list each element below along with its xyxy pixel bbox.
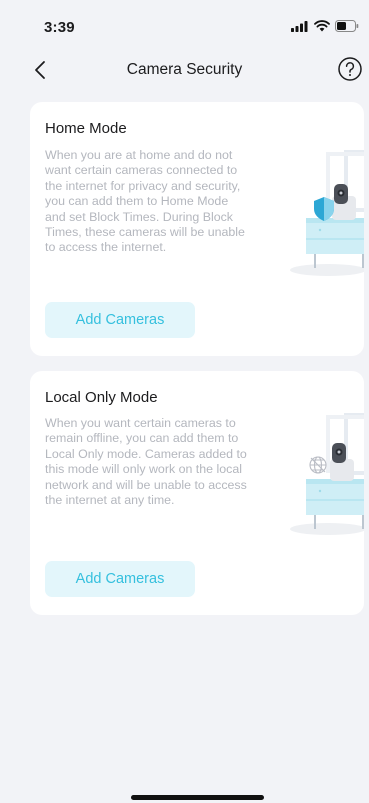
nav-bar: Camera Security [0, 50, 369, 90]
home-indicator [131, 795, 264, 800]
add-cameras-button[interactable]: Add Cameras [45, 561, 195, 597]
wifi-icon [314, 20, 330, 32]
help-button[interactable] [337, 56, 363, 82]
card-description: When you are at home and do not want cer… [45, 148, 245, 255]
status-icons [291, 20, 359, 32]
local-only-mode-illustration [290, 413, 364, 535]
card-description: When you want certain cameras to remain … [45, 416, 247, 508]
status-time: 3:39 [44, 19, 75, 36]
card-title: Home Mode [45, 120, 127, 137]
page-title: Camera Security [126, 61, 243, 78]
battery-icon [335, 20, 359, 32]
card-title: Local Only Mode [45, 389, 158, 406]
home-mode-illustration [290, 150, 364, 276]
local-only-mode-card: Local Only Mode When you want certain ca… [30, 371, 364, 615]
add-cameras-button[interactable]: Add Cameras [45, 302, 195, 338]
home-mode-card: Home Mode When you are at home and do no… [30, 102, 364, 356]
status-bar: 3:39 [0, 0, 369, 44]
signal-icon [291, 20, 308, 32]
help-icon [338, 57, 362, 81]
